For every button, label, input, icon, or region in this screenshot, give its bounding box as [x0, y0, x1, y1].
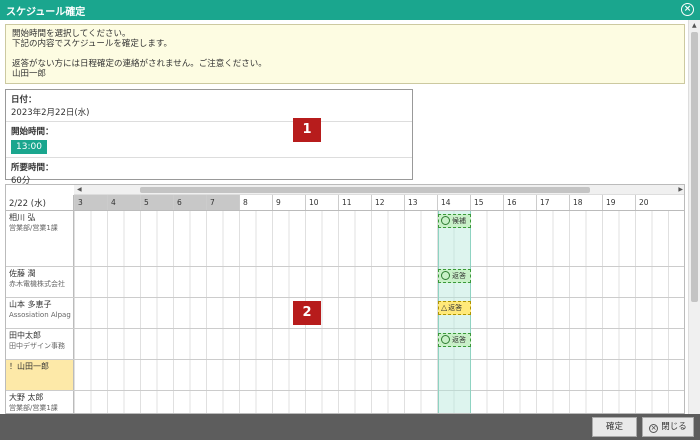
horizontal-scroll-thumb[interactable]: [140, 187, 590, 193]
participant-cell-self: ！山田一郎: [6, 360, 74, 390]
response-label: 候補: [452, 217, 466, 225]
notice-line-4: 山田一郎: [12, 69, 47, 79]
close-icon[interactable]: ×: [681, 3, 694, 16]
date-section: 日付： 2023年2月22日(水): [6, 90, 412, 122]
table-row: 大野 太郎 営業部/営業1課: [6, 391, 684, 413]
dialog-titlebar: スケジュール確定 ×: [0, 0, 700, 20]
hour-cell: 4: [107, 195, 140, 210]
vertical-scrollbar[interactable]: ▲: [688, 20, 700, 414]
response-label: 返答: [452, 336, 466, 344]
table-row: 佐藤 潤 赤木電機株式会社: [6, 267, 684, 298]
time-slots[interactable]: [74, 391, 684, 413]
hour-cell: 6: [173, 195, 206, 210]
participant-name: 佐藤 潤: [9, 269, 36, 278]
hour-cell: 19: [602, 195, 635, 210]
table-row: 相川 弘 営業部/営業1課: [6, 211, 684, 267]
duration-label: 所要時間：: [11, 163, 54, 173]
hour-header: 3 4 5 6 7 8 9 10 11 12 13 14 15 16 17 18…: [74, 195, 684, 211]
participant-cell: 大野 太郎 営業部/営業1課: [6, 391, 74, 413]
participant-org: 営業部/営業1課: [9, 404, 58, 412]
participant-name: 山本 多恵子: [9, 300, 52, 309]
dialog-title: スケジュール確定: [6, 7, 86, 18]
response-label: 返答: [452, 272, 466, 280]
dialog-content: 開始時間を選択してください。 下記の内容でスケジュールを確定します。 返答がない…: [0, 20, 700, 414]
start-time-button[interactable]: 13:00: [11, 140, 47, 154]
hour-cell: 15: [470, 195, 503, 210]
schedule-grid: ◀ ▶ 2/22 (水) 3 4 5 6 7 8 9 10 11 12 13 1…: [5, 184, 685, 414]
hour-cell: 9: [272, 195, 305, 210]
scroll-up-icon[interactable]: ▲: [692, 22, 697, 29]
time-slots[interactable]: [74, 298, 684, 328]
hour-cell: 8: [239, 195, 272, 210]
triangle-icon: △: [441, 303, 448, 312]
participant-name: 大野 太郎: [9, 393, 44, 402]
participant-org: 田中デザイン事務: [9, 342, 65, 350]
notice-line-1: 開始時間を選択してください。: [12, 29, 131, 39]
response-marker[interactable]: 返答: [438, 269, 471, 283]
hour-cell: 14: [437, 195, 470, 210]
circle-icon: [441, 216, 450, 225]
participant-name: ！山田一郎: [9, 362, 49, 371]
close-circle-icon: ×: [649, 424, 659, 433]
participant-cell: 山本 多恵子 Assosiation Alpag: [6, 298, 74, 328]
participant-cell: 相川 弘 営業部/営業1課: [6, 211, 74, 266]
dialog-footer: 確定 × 閉じる: [0, 414, 700, 440]
response-marker[interactable]: 候補: [438, 214, 471, 228]
horizontal-scrollbar[interactable]: ◀ ▶: [74, 185, 684, 195]
hour-cell: 7: [206, 195, 239, 210]
time-slots[interactable]: [74, 329, 684, 359]
participant-cell: 佐藤 潤 赤木電機株式会社: [6, 267, 74, 297]
schedule-info-panel: 日付： 2023年2月22日(水) 開始時間： 13:00 所要時間： 60分: [5, 89, 413, 186]
participant-rows: 相川 弘 営業部/営業1課 佐藤 潤 赤木電機株式会社 山本 多恵子 Assos…: [6, 211, 684, 413]
close-button[interactable]: × 閉じる: [642, 417, 694, 437]
time-slots[interactable]: [74, 267, 684, 297]
grid-date-header: 2/22 (水): [6, 195, 74, 211]
vertical-scroll-thumb[interactable]: [691, 32, 698, 302]
participant-name: 相川 弘: [9, 213, 36, 222]
scroll-left-icon[interactable]: ◀: [77, 185, 82, 195]
hour-cell: 13: [404, 195, 437, 210]
notice-line-2: 下記の内容でスケジュールを確定します。: [12, 39, 173, 49]
close-button-label: 閉じる: [661, 422, 687, 432]
table-row: ！山田一郎: [6, 360, 684, 391]
hour-cell: 3: [74, 195, 107, 210]
scroll-right-icon[interactable]: ▶: [678, 185, 683, 195]
participant-org: 赤木電機株式会社: [9, 280, 65, 288]
hour-cell: 11: [338, 195, 371, 210]
hour-cell: 17: [536, 195, 569, 210]
participant-org: 営業部/営業1課: [9, 224, 58, 232]
circle-icon: [441, 335, 450, 344]
hour-cell: 10: [305, 195, 338, 210]
callout-badge-1: 1: [293, 118, 321, 142]
hour-cell: 12: [371, 195, 404, 210]
circle-icon: [441, 271, 450, 280]
participant-org: Assosiation Alpag: [9, 311, 71, 319]
hour-cell: 5: [140, 195, 173, 210]
callout-badge-2: 2: [293, 301, 321, 325]
time-slots[interactable]: [74, 211, 684, 266]
notice-box: 開始時間を選択してください。 下記の内容でスケジュールを確定します。 返答がない…: [5, 24, 685, 84]
hour-cell: 20: [635, 195, 668, 210]
hour-cell: 18: [569, 195, 602, 210]
participant-cell: 田中太郎 田中デザイン事務: [6, 329, 74, 359]
table-row: 山本 多恵子 Assosiation Alpag: [6, 298, 684, 329]
start-time-section: 開始時間： 13:00: [6, 122, 412, 158]
date-value: 2023年2月22日(水): [11, 108, 90, 118]
time-slots[interactable]: [74, 360, 684, 390]
table-row: 田中太郎 田中デザイン事務: [6, 329, 684, 360]
notice-line-3: 返答がない方には日程確定の連絡がされません。ご注意ください。: [12, 59, 267, 69]
confirm-button[interactable]: 確定: [592, 417, 637, 437]
response-label: 返答: [448, 304, 463, 312]
date-label: 日付：: [11, 95, 37, 105]
response-marker[interactable]: 返答: [438, 333, 471, 347]
start-time-label: 開始時間：: [11, 127, 54, 137]
hour-cell: 16: [503, 195, 536, 210]
participant-name: 田中太郎: [9, 331, 41, 340]
response-marker[interactable]: △返答: [438, 301, 471, 315]
